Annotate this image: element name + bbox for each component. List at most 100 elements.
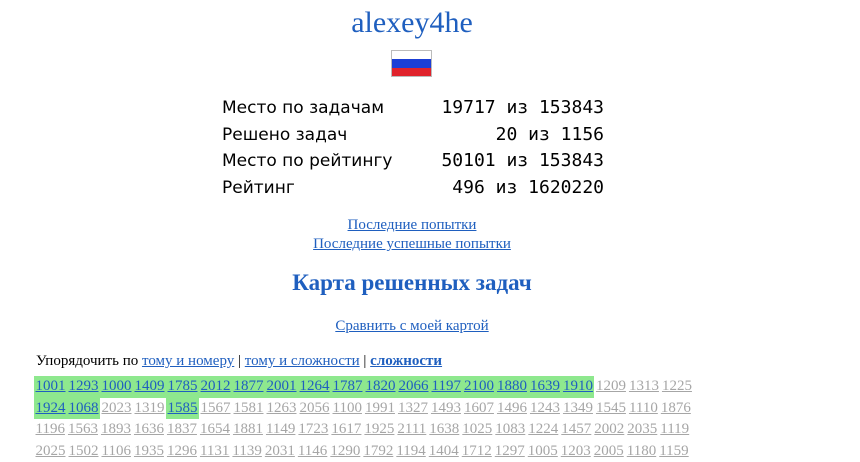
problem-cell-unsolved: 1792 <box>362 441 395 462</box>
problem-link-1224[interactable]: 1224 <box>528 421 558 437</box>
compare-with-my-map-link[interactable]: Сравнить с моей картой <box>335 318 488 334</box>
problem-link-1880[interactable]: 1880 <box>497 378 527 394</box>
problem-link-1585[interactable]: 1585 <box>168 400 198 416</box>
problem-cell-unsolved: 1146 <box>296 441 328 462</box>
problem-link-1493[interactable]: 1493 <box>431 400 461 416</box>
problem-link-1139[interactable]: 1139 <box>232 443 261 459</box>
problem-link-1502[interactable]: 1502 <box>69 443 99 459</box>
problem-link-1581[interactable]: 1581 <box>234 400 264 416</box>
problem-link-1785[interactable]: 1785 <box>168 378 198 394</box>
problem-link-1290[interactable]: 1290 <box>330 443 360 459</box>
problem-link-1209[interactable]: 1209 <box>596 378 626 394</box>
problem-link-1545[interactable]: 1545 <box>596 400 626 416</box>
problem-link-1409[interactable]: 1409 <box>135 378 165 394</box>
problem-link-1110[interactable]: 1110 <box>629 400 658 416</box>
problem-link-1639[interactable]: 1639 <box>530 378 560 394</box>
problem-link-1159[interactable]: 1159 <box>659 443 688 459</box>
problem-row: 2025150211061935129611311139203111461290… <box>34 441 794 462</box>
problem-link-1203[interactable]: 1203 <box>561 443 591 459</box>
problem-link-1876[interactable]: 1876 <box>661 400 691 416</box>
problem-link-1296[interactable]: 1296 <box>167 443 197 459</box>
problem-link-1106[interactable]: 1106 <box>102 443 131 459</box>
problem-link-1792[interactable]: 1792 <box>363 443 393 459</box>
problem-link-2001[interactable]: 2001 <box>267 378 297 394</box>
problem-link-1636[interactable]: 1636 <box>134 421 164 437</box>
problem-cell-unsolved: 2025 <box>34 441 67 462</box>
problem-link-1149[interactable]: 1149 <box>266 421 295 437</box>
problem-link-1000[interactable]: 1000 <box>102 378 132 394</box>
problem-cell-unsolved: 1119 <box>659 419 691 441</box>
problem-link-1349[interactable]: 1349 <box>563 400 593 416</box>
problem-link-1787[interactable]: 1787 <box>333 378 363 394</box>
problem-link-1924[interactable]: 1924 <box>36 400 66 416</box>
problem-link-1820[interactable]: 1820 <box>366 378 396 394</box>
problem-link-2012[interactable]: 2012 <box>201 378 231 394</box>
problem-link-1837[interactable]: 1837 <box>167 421 197 437</box>
problem-link-2035[interactable]: 2035 <box>627 421 657 437</box>
last-successful-attempts-link[interactable]: Последние успешные попытки <box>313 236 511 252</box>
sort-by-difficulty-link[interactable]: сложности <box>370 353 442 369</box>
sort-by-volume-difficulty-link[interactable]: тому и сложности <box>245 353 360 369</box>
problem-link-1654[interactable]: 1654 <box>200 421 230 437</box>
problem-link-1991[interactable]: 1991 <box>365 400 395 416</box>
problem-link-1457[interactable]: 1457 <box>561 421 591 437</box>
problem-link-2025[interactable]: 2025 <box>36 443 66 459</box>
problem-link-1131[interactable]: 1131 <box>200 443 229 459</box>
problem-link-1194[interactable]: 1194 <box>396 443 425 459</box>
problem-link-1196[interactable]: 1196 <box>36 421 65 437</box>
problem-cell-unsolved: 2056 <box>298 398 331 420</box>
problem-link-1243[interactable]: 1243 <box>530 400 560 416</box>
last-attempts-link[interactable]: Последние попытки <box>348 217 477 233</box>
problem-link-1607[interactable]: 1607 <box>464 400 494 416</box>
sort-by-volume-number-link[interactable]: тому и номеру <box>142 353 234 369</box>
problem-link-2023[interactable]: 2023 <box>102 400 132 416</box>
problem-link-1146[interactable]: 1146 <box>298 443 327 459</box>
problem-cell-unsolved: 1893 <box>99 419 132 441</box>
problem-link-1712[interactable]: 1712 <box>462 443 492 459</box>
problem-link-2002[interactable]: 2002 <box>594 421 624 437</box>
problem-link-2031[interactable]: 2031 <box>265 443 295 459</box>
problem-link-1225[interactable]: 1225 <box>662 378 692 394</box>
problem-link-1910[interactable]: 1910 <box>563 378 593 394</box>
problem-link-2066[interactable]: 2066 <box>399 378 429 394</box>
problem-link-1567[interactable]: 1567 <box>201 400 231 416</box>
problem-link-1293[interactable]: 1293 <box>69 378 99 394</box>
problem-cell-unsolved: 1636 <box>132 419 165 441</box>
problem-link-1877[interactable]: 1877 <box>234 378 264 394</box>
problem-link-1319[interactable]: 1319 <box>135 400 165 416</box>
problem-link-1935[interactable]: 1935 <box>134 443 164 459</box>
problem-link-1563[interactable]: 1563 <box>68 421 98 437</box>
problem-link-1264[interactable]: 1264 <box>300 378 330 394</box>
problem-cell-unsolved: 1194 <box>395 441 427 462</box>
problem-link-1327[interactable]: 1327 <box>398 400 428 416</box>
problem-link-2100[interactable]: 2100 <box>464 378 494 394</box>
problem-link-1723[interactable]: 1723 <box>298 421 328 437</box>
problem-link-1180[interactable]: 1180 <box>627 443 656 459</box>
problem-link-1893[interactable]: 1893 <box>101 421 131 437</box>
problem-cell-unsolved: 1203 <box>559 441 592 462</box>
problem-link-1313[interactable]: 1313 <box>629 378 659 394</box>
problem-link-1001[interactable]: 1001 <box>36 378 66 394</box>
problem-link-1881[interactable]: 1881 <box>233 421 263 437</box>
problem-cell-unsolved: 1005 <box>526 441 559 462</box>
problem-link-1404[interactable]: 1404 <box>429 443 459 459</box>
problem-link-1617[interactable]: 1617 <box>331 421 361 437</box>
problem-cell-solved: 1639 <box>528 376 561 398</box>
problem-link-1496[interactable]: 1496 <box>497 400 527 416</box>
problem-link-1925[interactable]: 1925 <box>364 421 394 437</box>
problem-row: 1001129310001409178520121877200112641787… <box>34 376 794 398</box>
problem-link-2111[interactable]: 2111 <box>397 421 426 437</box>
problem-link-2056[interactable]: 2056 <box>300 400 330 416</box>
problem-link-1638[interactable]: 1638 <box>429 421 459 437</box>
problem-link-1100[interactable]: 1100 <box>333 400 362 416</box>
stat-value: 50101 из 153843 <box>441 148 604 175</box>
problem-link-1005[interactable]: 1005 <box>528 443 558 459</box>
problem-link-1025[interactable]: 1025 <box>462 421 492 437</box>
problem-link-1263[interactable]: 1263 <box>267 400 297 416</box>
problem-link-1068[interactable]: 1068 <box>69 400 99 416</box>
problem-link-2005[interactable]: 2005 <box>594 443 624 459</box>
problem-link-1083[interactable]: 1083 <box>495 421 525 437</box>
problem-link-1297[interactable]: 1297 <box>495 443 525 459</box>
problem-link-1197[interactable]: 1197 <box>432 378 461 394</box>
problem-link-1119[interactable]: 1119 <box>660 421 689 437</box>
